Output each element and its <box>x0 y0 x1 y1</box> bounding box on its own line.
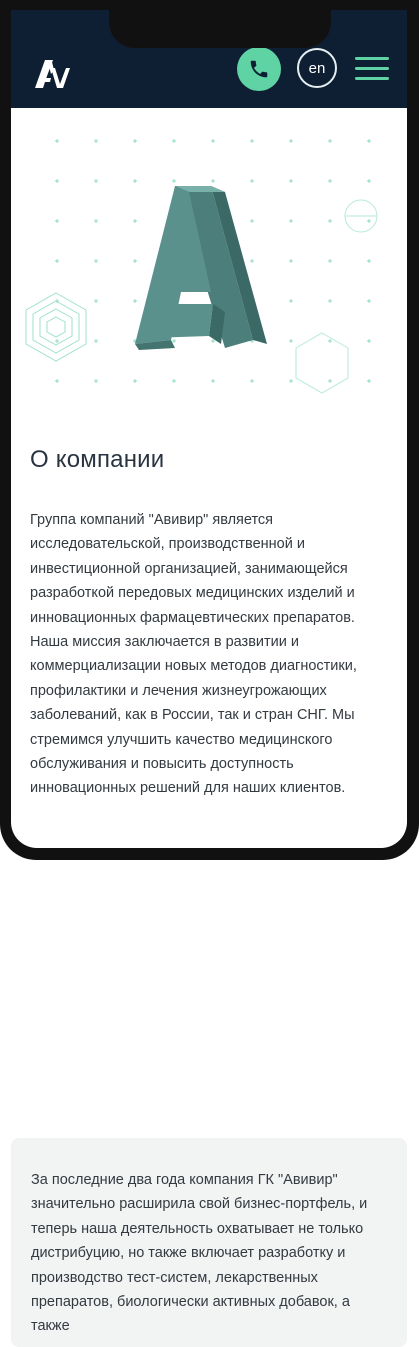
grid-dot <box>328 339 332 343</box>
circle-decoration <box>344 199 378 233</box>
grid-dot <box>328 139 332 143</box>
grid-dot <box>55 219 59 223</box>
logo-icon[interactable] <box>33 54 73 92</box>
grid-dot <box>133 139 137 143</box>
grid-dot <box>328 259 332 263</box>
grid-dot <box>289 179 293 183</box>
grid-dot <box>328 299 332 303</box>
about-heading: О компании <box>30 446 165 473</box>
grid-dot <box>367 379 371 383</box>
grid-dot <box>367 299 371 303</box>
grid-dot <box>55 379 59 383</box>
grid-dot <box>211 379 215 383</box>
grid-dot <box>328 379 332 383</box>
grid-dot <box>133 259 137 263</box>
grid-dot <box>211 139 215 143</box>
grid-dot <box>211 339 215 343</box>
grid-dot <box>172 339 176 343</box>
hamburger-menu-icon[interactable] <box>355 57 389 81</box>
grid-dot <box>367 179 371 183</box>
grid-dot <box>94 339 98 343</box>
call-button[interactable] <box>237 47 281 91</box>
grid-dot <box>133 299 137 303</box>
grid-dot <box>55 259 59 263</box>
grid-dot <box>172 379 176 383</box>
grid-dot <box>55 139 59 143</box>
grid-dot <box>94 379 98 383</box>
hexagon-decoration-left <box>25 292 87 362</box>
grid-dot <box>94 139 98 143</box>
grid-dot <box>289 139 293 143</box>
phone-icon <box>250 60 268 78</box>
grid-dot <box>250 259 254 263</box>
grid-dot <box>367 219 371 223</box>
grid-dot <box>289 219 293 223</box>
phone-notch <box>109 10 331 48</box>
info-card-paragraph: За последние два года компания ГК "Авиви… <box>31 1172 368 1335</box>
grid-dot <box>289 339 293 343</box>
grid-dot <box>94 299 98 303</box>
grid-dot <box>133 179 137 183</box>
grid-dot <box>94 259 98 263</box>
logo-3d-letter-icon <box>135 186 267 350</box>
grid-dot <box>328 219 332 223</box>
grid-dot <box>250 139 254 143</box>
grid-dot <box>94 219 98 223</box>
about-paragraph: Группа компаний "Авивир" является исслед… <box>30 512 357 797</box>
grid-dot <box>367 259 371 263</box>
grid-dot <box>172 179 176 183</box>
grid-dot <box>289 259 293 263</box>
grid-dot <box>367 139 371 143</box>
grid-dot <box>94 179 98 183</box>
phone-screen: en О компании Группа компаний "Авивир" я… <box>11 10 407 848</box>
grid-dot <box>172 139 176 143</box>
grid-dot <box>328 179 332 183</box>
grid-dot <box>250 179 254 183</box>
grid-dot <box>289 299 293 303</box>
grid-dot <box>289 379 293 383</box>
grid-dot <box>133 219 137 223</box>
grid-dot <box>55 339 59 343</box>
hexagon-decoration-right <box>295 332 349 394</box>
info-card: За последние два года компания ГК "Авиви… <box>11 1138 407 1347</box>
grid-dot <box>250 379 254 383</box>
hero-illustration <box>25 139 378 394</box>
grid-dot <box>367 339 371 343</box>
grid-dot <box>55 179 59 183</box>
grid-dot <box>133 379 137 383</box>
grid-dot <box>211 179 215 183</box>
language-switch-button[interactable]: en <box>297 48 337 88</box>
grid-dot <box>250 219 254 223</box>
phone-frame: en О компании Группа компаний "Авивир" я… <box>0 0 419 860</box>
